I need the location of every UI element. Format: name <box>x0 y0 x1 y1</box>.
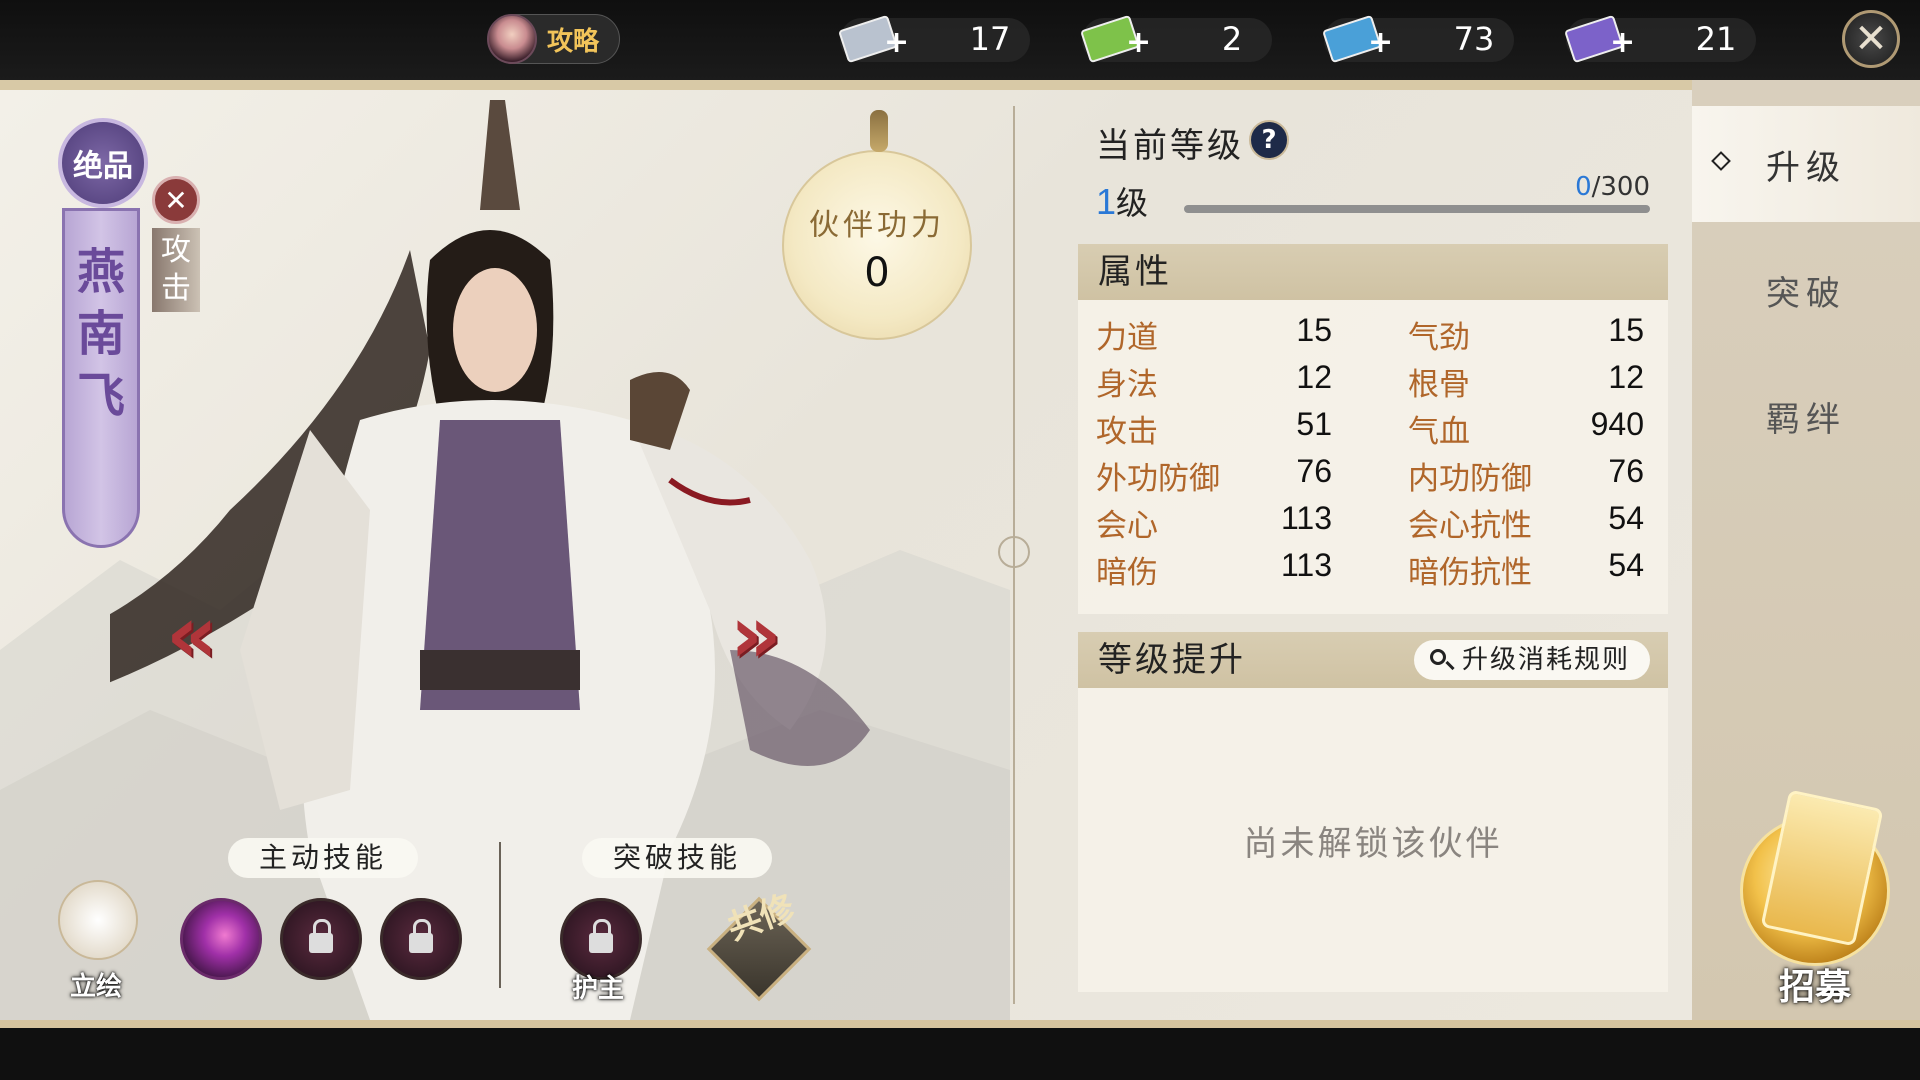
attribute-value: 113 <box>1280 500 1332 536</box>
resource-silver[interactable]: + 17 <box>820 12 1035 66</box>
attribute-value: 76 <box>1608 453 1644 489</box>
lock-icon <box>589 919 613 953</box>
attribute-name: 会心抗性 <box>1408 508 1532 544</box>
add-icon[interactable]: + <box>1610 28 1635 58</box>
add-icon[interactable]: + <box>1126 28 1151 58</box>
lock-icon <box>409 919 433 953</box>
attribute-name: 气血 <box>1408 414 1470 450</box>
attribute-value: 12 <box>1296 359 1332 395</box>
attribute-name: 力道 <box>1096 320 1158 356</box>
role-badge: ✕ 攻 击 <box>152 176 204 336</box>
character-name: 燕 南 飞 <box>62 208 140 548</box>
crossed-swords-icon: ✕ <box>152 176 200 224</box>
active-skill-1[interactable] <box>180 898 262 980</box>
close-button[interactable]: ✕ <box>1842 10 1900 68</box>
attribute-value: 54 <box>1608 500 1644 536</box>
skill-divider <box>499 842 501 988</box>
attribute-name: 外功防御 <box>1096 461 1220 497</box>
guard-label: 护主 <box>572 974 625 1004</box>
attribute-name: 暗伤抗性 <box>1408 555 1532 591</box>
power-title: 伙伴功力 <box>809 208 945 243</box>
resource-value: 21 <box>1695 20 1737 58</box>
active-skills-header: 主动技能 <box>228 838 418 878</box>
prev-character-arrow[interactable]: « <box>166 595 256 675</box>
recruit-button[interactable]: 招募 <box>1740 789 1890 1008</box>
recruit-label: 招募 <box>1778 966 1851 1008</box>
active-skill-3-locked[interactable] <box>380 898 462 980</box>
role-label: 攻 击 <box>152 228 200 312</box>
add-icon[interactable]: + <box>1368 28 1393 58</box>
locked-message: 尚未解锁该伙伴 <box>1243 824 1503 864</box>
resource-value: 73 <box>1453 20 1495 58</box>
attribute-name: 会心 <box>1096 508 1158 544</box>
attribute-value: 76 <box>1296 453 1332 489</box>
bottom-bar <box>0 1020 1920 1080</box>
next-character-arrow[interactable]: » <box>730 595 820 675</box>
attribute-name: 气劲 <box>1408 320 1470 356</box>
partner-power-medallion: 伙伴功力 0 <box>782 110 972 340</box>
pendant-icon <box>870 110 888 152</box>
attribute-name: 暗伤 <box>1096 555 1158 591</box>
upgrade-cost-rules-button[interactable]: 升级消耗规则 <box>1413 640 1650 680</box>
portrait-button[interactable] <box>58 880 138 960</box>
tab-bond[interactable]: 羁绊 <box>1692 358 1920 474</box>
add-icon[interactable]: + <box>884 28 909 58</box>
current-level: 1级 <box>1096 181 1149 222</box>
attribute-value: 113 <box>1280 547 1332 583</box>
upgrade-card: 等级提升 升级消耗规则 <box>1078 632 1668 992</box>
exp-progress-bar <box>1184 205 1650 213</box>
attribute-name: 攻击 <box>1096 414 1158 450</box>
attribute-value: 15 <box>1296 312 1332 348</box>
resource-blue[interactable]: + 73 <box>1304 12 1519 66</box>
lock-icon <box>309 919 333 953</box>
top-bar: 攻略 + 17 + 2 + 73 + 21 ✕ <box>0 0 1920 80</box>
current-level-title: 当前等级 <box>1096 126 1244 166</box>
attribute-value: 51 <box>1296 406 1332 442</box>
resource-value: 2 <box>1221 20 1243 58</box>
attribute-value: 940 <box>1590 406 1644 442</box>
attribute-value: 12 <box>1608 359 1644 395</box>
breakthrough-skills-header: 突破技能 <box>582 838 772 878</box>
resource-green[interactable]: + 2 <box>1062 12 1277 66</box>
rank-banner: 绝品 燕 南 飞 <box>58 118 148 548</box>
active-skill-2-locked[interactable] <box>280 898 362 980</box>
guide-avatar-icon <box>487 14 537 64</box>
diamond-marker-icon <box>1711 151 1731 171</box>
tab-upgrade[interactable]: 升级 <box>1692 106 1920 222</box>
attribute-name: 内功防御 <box>1408 461 1532 497</box>
resource-purple[interactable]: + 21 <box>1546 12 1761 66</box>
guide-button[interactable]: 攻略 <box>487 14 620 64</box>
guide-label: 攻略 <box>547 26 600 57</box>
attribute-name: 根骨 <box>1408 367 1470 403</box>
help-icon[interactable]: ? <box>1249 120 1289 160</box>
exp-text: 0/300 <box>1575 172 1650 202</box>
resource-value: 17 <box>969 20 1011 58</box>
attribute-value: 54 <box>1608 547 1644 583</box>
rank-badge: 绝品 <box>58 118 148 208</box>
magnifier-icon <box>1429 649 1446 665</box>
power-value: 0 <box>864 250 890 296</box>
attribute-value: 15 <box>1608 312 1644 348</box>
portrait-label: 立绘 <box>70 972 123 1002</box>
tab-breakthrough[interactable]: 突破 <box>1692 232 1920 348</box>
attribute-name: 身法 <box>1096 367 1158 403</box>
attributes-header: 属性 <box>1078 244 1668 300</box>
upgrade-header: 等级提升 升级消耗规则 <box>1078 632 1668 688</box>
